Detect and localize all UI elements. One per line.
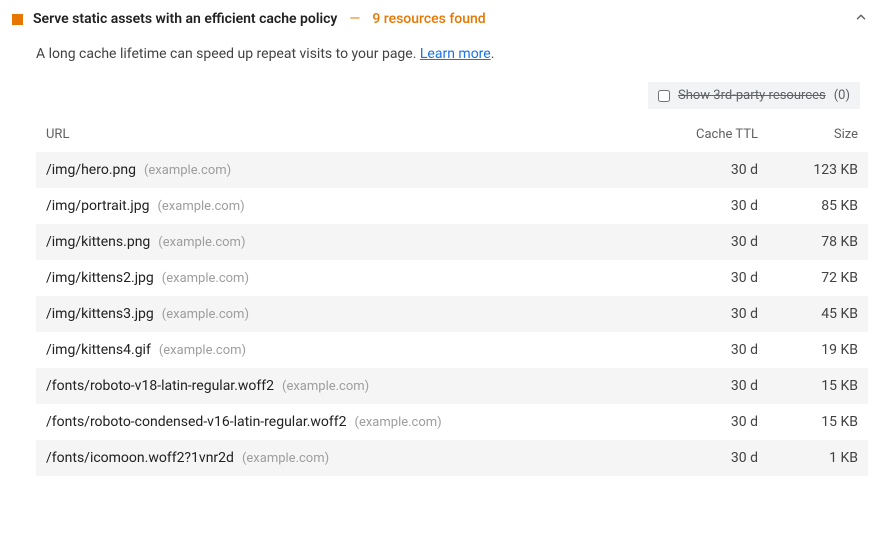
col-header-url: URL [46,127,638,142]
cell-ttl: 30 d [638,162,758,178]
table-row: /img/kittens4.gif (example.com) 30 d19 KB [36,332,868,368]
chevron-up-icon[interactable] [854,10,868,28]
third-party-label: Show 3rd-party resources [678,88,826,103]
url-domain: (example.com) [157,199,244,214]
table-row: /img/kittens2.jpg (example.com) 30 d72 KB [36,260,868,296]
cell-ttl: 30 d [638,270,758,286]
cell-size: 45 KB [758,306,858,322]
cell-size: 19 KB [758,342,858,358]
third-party-toggle[interactable]: Show 3rd-party resources (0) [648,82,860,109]
url-path: /fonts/roboto-v18-latin-regular.woff2 [46,378,274,394]
url-domain: (example.com) [162,271,249,286]
description-text: A long cache lifetime can speed up repea… [36,46,420,62]
url-domain: (example.com) [162,307,249,322]
audit-title: Serve static assets with an efficient ca… [33,11,337,27]
cell-size: 78 KB [758,234,858,250]
third-party-checkbox[interactable] [658,90,670,102]
cell-size: 15 KB [758,378,858,394]
col-header-size: Size [758,127,858,142]
cell-url: /img/hero.png (example.com) [46,162,638,178]
url-domain: (example.com) [242,451,329,466]
table-row: /fonts/roboto-v18-latin-regular.woff2 (ex… [36,368,868,404]
cell-ttl: 30 d [638,414,758,430]
cell-url: /fonts/roboto-v18-latin-regular.woff2 (ex… [46,378,638,394]
audit-summary: 9 resources found [372,11,485,27]
cell-url: /img/kittens4.gif (example.com) [46,342,638,358]
cell-ttl: 30 d [638,450,758,466]
cell-url: /img/portrait.jpg (example.com) [46,198,638,214]
table-row: /fonts/icomoon.woff2?1vnr2d (example.com)… [36,440,868,476]
table-row: /img/kittens3.jpg (example.com) 30 d45 KB [36,296,868,332]
cell-size: 123 KB [758,162,858,178]
table-header-row: URL Cache TTL Size [36,121,868,152]
cell-ttl: 30 d [638,198,758,214]
url-path: /fonts/icomoon.woff2?1vnr2d [46,450,234,466]
url-domain: (example.com) [159,343,246,358]
cell-size: 1 KB [758,450,858,466]
url-path: /img/hero.png [46,162,136,178]
url-domain: (example.com) [355,415,442,430]
cell-url: /img/kittens.png (example.com) [46,234,638,250]
description-suffix: . [491,46,495,62]
url-path: /img/kittens.png [46,234,150,250]
cell-url: /img/kittens3.jpg (example.com) [46,306,638,322]
table-row: /img/kittens.png (example.com) 30 d78 KB [36,224,868,260]
table-row: /img/portrait.jpg (example.com) 30 d85 KB [36,188,868,224]
third-party-count: (0) [834,88,850,103]
cell-ttl: 30 d [638,342,758,358]
url-path: /img/portrait.jpg [46,198,149,214]
dash-separator: — [349,11,360,27]
cell-url: /img/kittens2.jpg (example.com) [46,270,638,286]
col-header-ttl: Cache TTL [638,127,758,142]
severity-icon [12,14,23,25]
url-path: /img/kittens4.gif [46,342,151,358]
cell-ttl: 30 d [638,234,758,250]
url-path: /img/kittens3.jpg [46,306,154,322]
table-body: /img/hero.png(example.com)30 d123 KB/img… [36,152,868,476]
url-path: /fonts/roboto-condensed-v16-latin-regula… [46,414,347,430]
cell-url: /fonts/roboto-condensed-v16-latin-regula… [46,414,638,430]
url-domain: (example.com) [158,235,245,250]
cell-size: 72 KB [758,270,858,286]
third-party-toggle-row: Show 3rd-party resources (0) [12,76,868,115]
url-domain: (example.com) [282,379,369,394]
cell-ttl: 30 d [638,306,758,322]
audit-description: A long cache lifetime can speed up repea… [36,46,868,62]
table-row: /fonts/roboto-condensed-v16-latin-regula… [36,404,868,440]
url-path: /img/kittens2.jpg [46,270,154,286]
audit-header[interactable]: Serve static assets with an efficient ca… [12,10,868,28]
cell-size: 15 KB [758,414,858,430]
table-row: /img/hero.png (example.com) 30 d123 KB [36,152,868,188]
url-domain: (example.com) [144,163,231,178]
resources-table: URL Cache TTL Size /img/hero.png (example… [36,121,868,476]
cell-ttl: 30 d [638,378,758,394]
audit-panel: Serve static assets with an efficient ca… [0,0,880,490]
cell-size: 85 KB [758,198,858,214]
learn-more-link[interactable]: Learn more [420,46,491,62]
cell-url: /fonts/icomoon.woff2?1vnr2d (example.com) [46,450,638,466]
